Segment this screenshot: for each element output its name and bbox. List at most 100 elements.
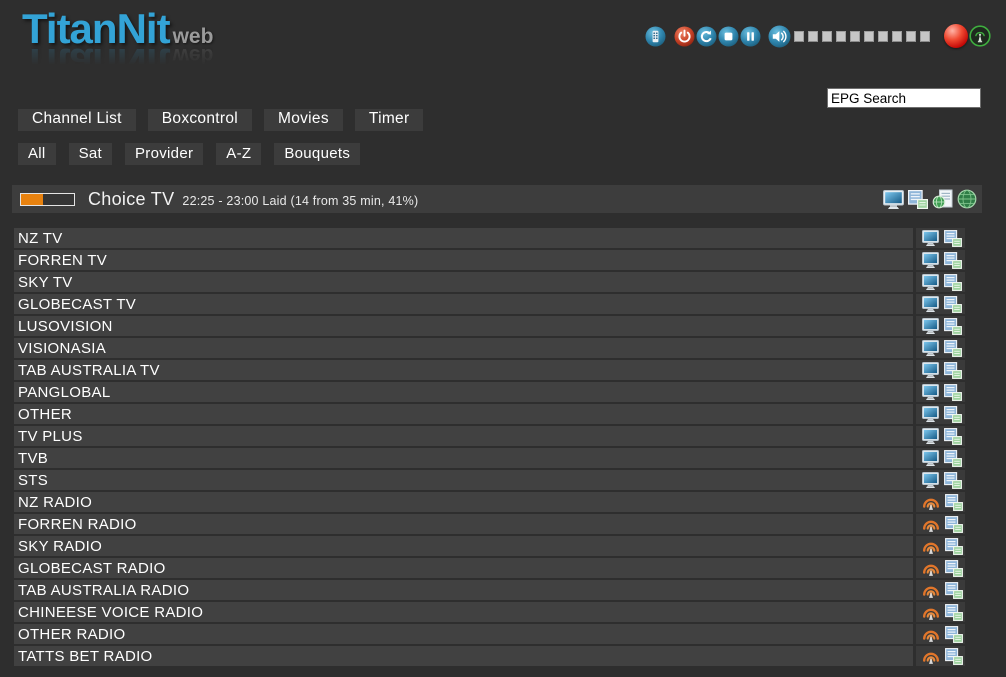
tv-monitor-icon[interactable] <box>922 472 939 488</box>
filter-sat[interactable]: Sat <box>69 143 112 165</box>
channel-name[interactable]: NZ TV <box>14 228 913 248</box>
channel-name[interactable]: FORREN TV <box>14 250 913 270</box>
channel-name[interactable]: SKY RADIO <box>14 536 913 556</box>
radio-broadcast-icon[interactable] <box>922 604 940 620</box>
volume-segment[interactable] <box>850 31 860 42</box>
tv-monitor-icon[interactable] <box>922 318 939 334</box>
tv-monitor-icon[interactable] <box>922 296 939 312</box>
volume-segment[interactable] <box>878 31 888 42</box>
pause-button[interactable] <box>740 26 761 47</box>
channel-row[interactable]: SKY RADIO <box>14 536 965 556</box>
channel-name[interactable]: TAB AUSTRALIA RADIO <box>14 580 913 600</box>
radio-broadcast-icon[interactable] <box>922 516 940 532</box>
channel-name[interactable]: VISIONASIA <box>14 338 913 358</box>
remote-button[interactable] <box>645 26 666 47</box>
channel-row[interactable]: PANGLOBAL <box>14 382 965 402</box>
epg-pages-icon[interactable] <box>945 582 963 599</box>
channel-name[interactable]: LUSOVISION <box>14 316 913 336</box>
tab-timer[interactable]: Timer <box>355 109 424 131</box>
epg-pages-icon[interactable] <box>945 538 963 555</box>
channel-name[interactable]: TV PLUS <box>14 426 913 446</box>
volume-segment[interactable] <box>892 31 902 42</box>
epg-pages-icon[interactable] <box>944 296 962 313</box>
tv-monitor-icon[interactable] <box>922 274 939 290</box>
tv-monitor-icon[interactable] <box>922 230 939 246</box>
tv-monitor-icon[interactable] <box>922 428 939 444</box>
epg-pages-icon[interactable] <box>944 384 962 401</box>
epg-pages-icon[interactable] <box>945 516 963 533</box>
epg-pages-icon[interactable] <box>944 318 962 335</box>
channel-row[interactable]: LUSOVISION <box>14 316 965 336</box>
signal-button[interactable] <box>969 25 991 47</box>
filter-all[interactable]: All <box>18 143 56 165</box>
tv-monitor-icon[interactable] <box>922 450 939 466</box>
channel-row[interactable]: TAB AUSTRALIA RADIO <box>14 580 965 600</box>
radio-broadcast-icon[interactable] <box>922 494 940 510</box>
radio-broadcast-icon[interactable] <box>922 582 940 598</box>
epg-pages-icon[interactable] <box>944 274 962 291</box>
channel-row[interactable]: TAB AUSTRALIA TV <box>14 360 965 380</box>
channel-name[interactable]: TVB <box>14 448 913 468</box>
volume-button[interactable] <box>768 25 791 48</box>
tv-monitor-icon[interactable] <box>922 252 939 268</box>
epg-pages-icon[interactable] <box>945 604 963 621</box>
channel-row[interactable]: OTHER RADIO <box>14 624 965 644</box>
channel-name[interactable]: TATTS BET RADIO <box>14 646 913 666</box>
volume-segment[interactable] <box>808 31 818 42</box>
volume-segment[interactable] <box>906 31 916 42</box>
volume-segment[interactable] <box>794 31 804 42</box>
channel-row[interactable]: FORREN TV <box>14 250 965 270</box>
tv-monitor-icon[interactable] <box>922 384 939 400</box>
channel-name[interactable]: NZ RADIO <box>14 492 913 512</box>
epg-pages-icon[interactable] <box>944 252 962 269</box>
channel-row[interactable]: VISIONASIA <box>14 338 965 358</box>
filter-provider[interactable]: Provider <box>125 143 203 165</box>
epg-pages-button[interactable] <box>908 190 928 209</box>
epg-pages-icon[interactable] <box>945 494 963 511</box>
channel-row[interactable]: CHINEESE VOICE RADIO <box>14 602 965 622</box>
channel-name[interactable]: OTHER RADIO <box>14 624 913 644</box>
document-globe-button[interactable] <box>932 189 953 209</box>
tab-movies[interactable]: Movies <box>264 109 343 131</box>
radio-broadcast-icon[interactable] <box>922 560 940 576</box>
filter-bouquets[interactable]: Bouquets <box>274 143 360 165</box>
channel-row[interactable]: NZ TV <box>14 228 965 248</box>
channel-row[interactable]: GLOBECAST TV <box>14 294 965 314</box>
channel-name[interactable]: CHINEESE VOICE RADIO <box>14 602 913 622</box>
epg-pages-icon[interactable] <box>944 340 962 357</box>
channel-name[interactable]: PANGLOBAL <box>14 382 913 402</box>
epg-pages-icon[interactable] <box>944 450 962 467</box>
epg-pages-icon[interactable] <box>944 428 962 445</box>
channel-row[interactable]: STS <box>14 470 965 490</box>
restart-button[interactable] <box>696 26 717 47</box>
volume-segment[interactable] <box>920 31 930 42</box>
radio-broadcast-icon[interactable] <box>922 538 940 554</box>
epg-pages-icon[interactable] <box>945 560 963 577</box>
epg-pages-icon[interactable] <box>945 648 963 665</box>
filter-az[interactable]: A-Z <box>216 143 261 165</box>
volume-segment[interactable] <box>864 31 874 42</box>
volume-level[interactable] <box>794 31 934 42</box>
tab-boxcontrol[interactable]: Boxcontrol <box>148 109 252 131</box>
tab-channel-list[interactable]: Channel List <box>18 109 136 131</box>
epg-pages-icon[interactable] <box>944 362 962 379</box>
volume-segment[interactable] <box>836 31 846 42</box>
channel-name[interactable]: SKY TV <box>14 272 913 292</box>
channel-row[interactable]: GLOBECAST RADIO <box>14 558 965 578</box>
epg-pages-icon[interactable] <box>944 472 962 489</box>
globe-button[interactable] <box>957 189 977 209</box>
channel-name[interactable]: GLOBECAST RADIO <box>14 558 913 578</box>
channel-row[interactable]: SKY TV <box>14 272 965 292</box>
channel-row[interactable]: OTHER <box>14 404 965 424</box>
channel-name[interactable]: TAB AUSTRALIA TV <box>14 360 913 380</box>
channel-name[interactable]: STS <box>14 470 913 490</box>
stream-monitor-button[interactable] <box>883 190 904 209</box>
volume-segment[interactable] <box>822 31 832 42</box>
radio-broadcast-icon[interactable] <box>922 648 940 664</box>
tv-monitor-icon[interactable] <box>922 406 939 422</box>
channel-name[interactable]: OTHER <box>14 404 913 424</box>
epg-pages-icon[interactable] <box>944 406 962 423</box>
channel-row[interactable]: TATTS BET RADIO <box>14 646 965 666</box>
epg-pages-icon[interactable] <box>945 626 963 643</box>
channel-name[interactable]: GLOBECAST TV <box>14 294 913 314</box>
